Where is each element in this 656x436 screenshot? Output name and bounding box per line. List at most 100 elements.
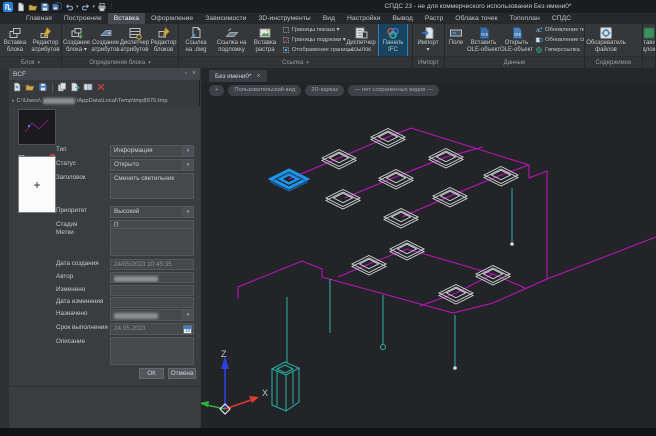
viewport-control-2[interactable]: 2D-каркас xyxy=(305,85,344,96)
blockedit-icon xyxy=(157,25,171,40)
redo-icon[interactable] xyxy=(81,1,91,12)
tab-зависимости[interactable]: Зависимости xyxy=(199,13,252,24)
print-icon[interactable] xyxy=(97,1,107,12)
dropdown-arrow-icon[interactable]: ▾ xyxy=(93,1,96,12)
redacted-value xyxy=(114,313,158,319)
save-button[interactable] xyxy=(38,79,48,97)
ribbon-tab-bar: ГлавнаяПостроениеВставкаОформлениеЗависи… xyxy=(0,13,656,24)
clip-bounds-button[interactable]: Границы подрезки ▾ xyxy=(282,36,343,45)
attribute-editor-button[interactable]: Редакторатрибутов xyxy=(30,24,61,56)
tab-3d-инструменты[interactable]: 3D-инструменты xyxy=(252,13,316,24)
tab-топоплан[interactable]: Топоплан xyxy=(504,13,546,24)
dropdown-arrow-icon[interactable]: ▾ xyxy=(182,207,193,217)
xref-dwg-button[interactable]: Ссылкана .dwg xyxy=(179,24,213,56)
field-label: Назначено xyxy=(56,310,87,317)
tab-облака точек[interactable]: Облака точек xyxy=(449,13,503,24)
panel-divider xyxy=(9,386,200,387)
bcf-file-path[interactable]: ▸ C:\Users\ \AppData\Local\Temp\tmp8970.… xyxy=(12,96,198,106)
field-заголовок[interactable]: Сменить светильник xyxy=(110,173,194,199)
toolbar-separator xyxy=(52,83,53,93)
button-label: блока ▾ xyxy=(66,47,87,54)
drop-endpoint[interactable] xyxy=(453,366,457,370)
hyperlink-button[interactable]: Гиперссылка xyxy=(535,46,583,55)
insert-underlay-cut-button[interactable]: Вставитьподложку xyxy=(643,24,655,56)
file-browser-button[interactable]: Обозревательфайлов xyxy=(585,24,627,56)
insert-block-button[interactable]: Вставкаблока xyxy=(0,24,30,56)
field-тип[interactable]: Информация▾ xyxy=(110,145,194,157)
field-приоритет[interactable]: Высокий▾ xyxy=(110,206,194,218)
block-editor-button[interactable]: Редакторблоков xyxy=(149,24,178,56)
insert-raster-button[interactable]: Вставкарастра xyxy=(250,24,280,56)
bounds-display-button[interactable]: Отображение границы xyxy=(282,46,343,55)
ifc-panel-button[interactable]: ПанельIFC xyxy=(379,24,407,56)
save-icon[interactable] xyxy=(40,1,50,12)
drop-endpoint[interactable] xyxy=(510,242,514,246)
dropdown-arrow-icon[interactable]: ▾ xyxy=(182,310,193,320)
group-menu-arrow-icon[interactable]: ▾ xyxy=(306,60,309,66)
form-row: ТипИнформация▾ xyxy=(9,145,200,157)
xref-manager-button[interactable]: Диспетчерссылок xyxy=(343,24,379,56)
field-статус[interactable]: Открыто▾ xyxy=(110,159,194,171)
form-row: Дата создания24/05/2023 10:45:35 xyxy=(9,259,200,270)
insert-ole-object-button[interactable]: OLEВставитьOLE-объект xyxy=(467,24,500,56)
field-описание[interactable] xyxy=(110,337,194,365)
field-дата-изменения[interactable] xyxy=(110,297,194,308)
viewport-control-3[interactable]: — нет сохраненных видов — xyxy=(348,85,438,96)
field-срок-выполнения[interactable]: 24.05.202315 xyxy=(110,323,194,335)
field-автор[interactable] xyxy=(110,272,194,283)
button-label: Гиперссылка xyxy=(545,47,580,53)
tab-вывод[interactable]: Вывод xyxy=(386,13,419,24)
group-menu-arrow-icon[interactable]: ▾ xyxy=(148,60,151,66)
undo-icon[interactable] xyxy=(64,1,74,12)
path-prefix: C:\Users\ xyxy=(17,98,41,104)
group-menu-arrow-icon[interactable]: ▾ xyxy=(37,60,40,66)
panel-gutter xyxy=(0,68,9,428)
issue-snapshot-thumbnail[interactable] xyxy=(18,109,56,145)
pin-icon[interactable]: ▫ xyxy=(184,69,186,79)
dropdown-arrow-icon[interactable]: ▾ xyxy=(182,160,193,170)
more-icon[interactable]: ⋮ xyxy=(109,1,114,12)
tab-спдс[interactable]: СПДС xyxy=(546,13,577,24)
create-block-button[interactable]: Созданиеблока ▾ xyxy=(62,24,91,56)
attribute-manager-button[interactable]: Диспетчератрибутов xyxy=(120,24,149,56)
open-button[interactable] xyxy=(25,79,35,97)
tab-оформление[interactable]: Оформление xyxy=(145,13,199,24)
field-метки[interactable] xyxy=(110,228,194,256)
close-document-icon[interactable]: × xyxy=(256,73,260,80)
underlay-reference-button[interactable]: Ссылка наподложку xyxy=(213,24,250,56)
field-изменено[interactable] xyxy=(110,285,194,296)
create-attributes-button[interactable]: Созданиеатрибутов xyxy=(91,24,120,56)
drawing-canvas[interactable]: ZX xyxy=(201,82,656,428)
block-icon xyxy=(8,25,22,40)
dropdown-arrow-icon[interactable]: ▾ xyxy=(76,1,79,12)
tab-построение[interactable]: Построение xyxy=(58,13,108,24)
ok-button[interactable]: ОК xyxy=(139,368,164,379)
close-icon[interactable]: × xyxy=(192,69,196,79)
new-icon[interactable] xyxy=(16,1,26,12)
model-space[interactable]: ZX xyxy=(201,82,656,428)
tab-растр[interactable]: Растр xyxy=(419,13,449,24)
viewport-control-0[interactable]: + xyxy=(209,85,224,96)
tab-вставка[interactable]: Вставка xyxy=(108,13,145,24)
saveall-icon[interactable] xyxy=(52,1,62,12)
merge-button[interactable] xyxy=(83,79,93,97)
field-назначено[interactable]: ▾ xyxy=(110,309,194,321)
document-tab[interactable]: Без имени0* × xyxy=(209,70,267,82)
viewport-control-1[interactable]: Пользовательский вид xyxy=(228,85,301,96)
field-button[interactable]: Поле xyxy=(445,24,467,56)
field-дата-создания[interactable]: 24/05/2023 10:45:35 xyxy=(110,259,194,270)
export-button[interactable] xyxy=(70,79,80,97)
tab-вид[interactable]: Вид xyxy=(317,13,341,24)
delete-button[interactable] xyxy=(96,79,106,97)
open-icon[interactable] xyxy=(28,1,38,12)
import-button[interactable]: Импорт▾ xyxy=(413,24,443,56)
open-ole-object-button[interactable]: OLEОткрытьOLE-объект xyxy=(500,24,533,56)
show-bounds-button[interactable]: Границы показа ▾ xyxy=(282,26,343,35)
dropdown-arrow-icon[interactable]: ▾ xyxy=(182,146,193,156)
cancel-button[interactable]: Отмена xyxy=(168,368,196,379)
tab-настройки[interactable]: Настройки xyxy=(341,13,386,24)
calendar-icon[interactable]: 15 xyxy=(183,325,192,334)
newbcf-button[interactable] xyxy=(12,79,22,97)
tab-главная[interactable]: Главная xyxy=(20,13,58,24)
copy-button[interactable] xyxy=(57,79,67,97)
